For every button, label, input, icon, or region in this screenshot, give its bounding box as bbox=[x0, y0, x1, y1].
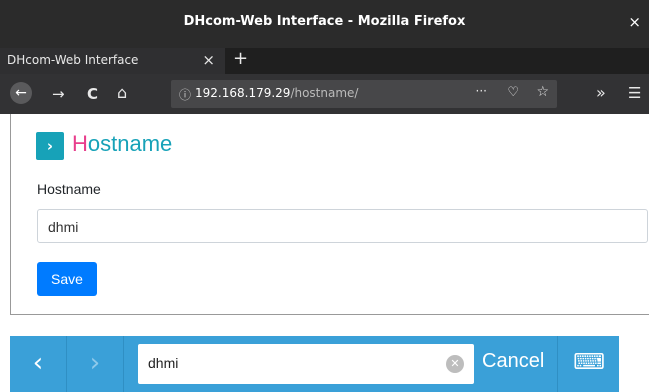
overflow-menu-icon[interactable]: » bbox=[596, 83, 606, 102]
hostname-label: Hostname bbox=[37, 181, 101, 197]
navigation-toolbar: ← → C ⌂ ⓘ 192.168.179.29/hostname/ ··· ♡… bbox=[0, 74, 649, 114]
keyboard-icon[interactable]: ⌨ bbox=[557, 336, 620, 392]
clear-icon[interactable]: ✕ bbox=[446, 355, 464, 373]
pocket-icon[interactable]: ♡ bbox=[507, 85, 519, 100]
tab-label: DHcom-Web Interface bbox=[7, 53, 139, 67]
url-host: 192.168.179.29 bbox=[195, 86, 291, 100]
previous-field-button[interactable]: ‹ bbox=[10, 336, 67, 392]
url-text: 192.168.179.29/hostname/ bbox=[195, 86, 358, 100]
cancel-button[interactable]: Cancel bbox=[482, 350, 544, 373]
tab-bar: DHcom-Web Interface × + bbox=[0, 48, 649, 74]
page-title-first-letter: H bbox=[72, 131, 88, 156]
hostname-input[interactable]: dhmi bbox=[37, 209, 648, 243]
url-path: /hostname/ bbox=[290, 86, 359, 100]
tab-dhcom[interactable]: DHcom-Web Interface × bbox=[0, 48, 225, 74]
back-button[interactable]: ← bbox=[10, 82, 32, 104]
site-info-icon[interactable]: ⓘ bbox=[179, 86, 191, 103]
page-actions-icon[interactable]: ··· bbox=[476, 84, 487, 98]
url-bar[interactable]: ⓘ 192.168.179.29/hostname/ ··· ♡ ☆ bbox=[171, 80, 557, 108]
page-title: Hostname bbox=[72, 131, 172, 157]
reload-button[interactable]: C bbox=[87, 85, 98, 103]
next-field-button[interactable]: › bbox=[67, 336, 124, 392]
new-tab-button[interactable]: + bbox=[233, 48, 248, 69]
tab-close-icon[interactable]: × bbox=[202, 51, 215, 69]
forward-button[interactable]: → bbox=[52, 85, 65, 103]
window-close-icon[interactable]: × bbox=[628, 13, 641, 31]
chevron-right-icon: › bbox=[36, 132, 64, 160]
keyboard-text-field[interactable]: dhmi ✕ bbox=[138, 344, 474, 384]
save-button[interactable]: Save bbox=[37, 262, 97, 296]
bookmark-star-icon[interactable]: ☆ bbox=[536, 84, 549, 100]
window-titlebar: DHcom-Web Interface - Mozilla Firefox × bbox=[0, 0, 649, 48]
window-title: DHcom-Web Interface - Mozilla Firefox bbox=[183, 14, 466, 29]
page-content: › Hostname Hostname dhmi Save bbox=[10, 114, 649, 315]
keyboard-toolbar: ‹ › dhmi ✕ Cancel ⌨ bbox=[10, 336, 619, 392]
home-button[interactable]: ⌂ bbox=[117, 83, 127, 102]
hamburger-menu-icon[interactable]: ☰ bbox=[628, 84, 641, 102]
page-title-rest: ostname bbox=[87, 131, 173, 156]
browser-window: DHcom-Web Interface - Mozilla Firefox × … bbox=[0, 0, 649, 315]
keyboard-text-value: dhmi bbox=[148, 355, 179, 371]
